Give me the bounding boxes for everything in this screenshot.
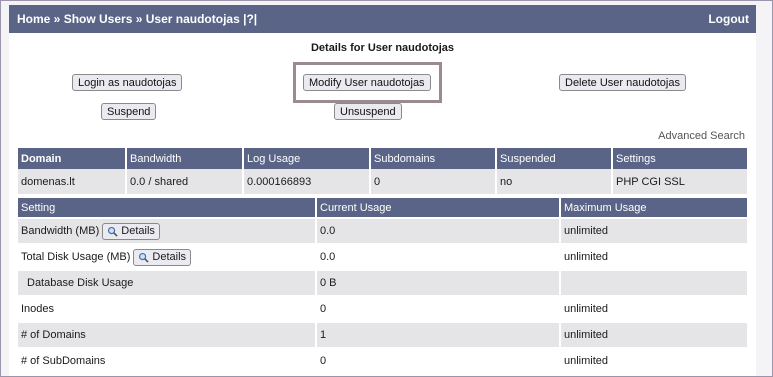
setting-cell: Total Disk Usage (MB) Details <box>18 245 317 269</box>
setting-label: Total Disk Usage (MB) <box>21 251 131 263</box>
column-header-setting: Setting <box>18 198 317 217</box>
column-header-log-usage[interactable]: Log Usage <box>244 148 371 169</box>
current-usage-cell: 0 B <box>317 271 561 295</box>
page-title: Details for User naudotojas <box>310 42 455 54</box>
table-row: Database Disk Usage 0 B <box>18 271 747 295</box>
current-usage-cell: 0 <box>317 297 561 321</box>
current-usage-cell: 0.0 <box>317 245 561 269</box>
current-usage-cell: 0.0 <box>317 219 561 243</box>
login-as-user-button[interactable]: Login as naudotojas <box>72 74 183 91</box>
breadcrumb-home-link[interactable]: Home <box>17 12 50 26</box>
column-header-domain[interactable]: Domain <box>18 148 127 169</box>
column-header-suspended[interactable]: Suspended <box>497 148 613 169</box>
maximum-usage-cell: unlimited <box>561 297 747 321</box>
maximum-usage-cell: unlimited <box>561 349 747 373</box>
unsuspend-button[interactable]: Unsuspend <box>334 103 402 120</box>
setting-cell: # of Domains <box>18 323 317 347</box>
breadcrumb: Home » Show Users » User naudotojas |?| <box>17 12 257 26</box>
magnifier-icon <box>108 226 118 237</box>
setting-cell: Database Disk Usage <box>18 271 317 295</box>
logout-link[interactable]: Logout <box>708 12 749 26</box>
setting-cell: Bandwidth (MB) Details <box>18 219 317 243</box>
maximum-usage-cell <box>561 271 747 295</box>
breadcrumb-separator: » <box>132 12 146 26</box>
log-usage-cell: 0.000166893 <box>244 169 371 194</box>
table-header-row: Domain Bandwidth Log Usage Subdomains Su… <box>18 148 747 169</box>
table-row: Inodes 0 unlimited <box>18 297 747 321</box>
maximum-usage-cell: unlimited <box>561 219 747 243</box>
top-nav-bar: Home » Show Users » User naudotojas |?| … <box>9 5 756 33</box>
setting-cell: # of SubDomains <box>18 349 317 373</box>
column-header-current-usage: Current Usage <box>317 198 561 217</box>
suspend-button[interactable]: Suspend <box>101 103 157 120</box>
modify-user-button[interactable]: Modify User naudotojas <box>303 74 431 91</box>
column-header-maximum-usage: Maximum Usage <box>561 198 747 217</box>
domain-cell[interactable]: domenas.lt <box>18 169 127 194</box>
column-header-bandwidth[interactable]: Bandwidth <box>127 148 244 169</box>
table-row: Total Disk Usage (MB) Details 0.0 unlimi… <box>18 245 747 269</box>
delete-user-button[interactable]: Delete User naudotojas <box>559 74 686 91</box>
disk-usage-details-button[interactable]: Details <box>133 248 192 266</box>
magnifier-icon <box>139 252 150 263</box>
table-row: # of SubDomains 0 unlimited <box>18 349 747 373</box>
table-row: # of Domains 1 unlimited <box>18 323 747 347</box>
details-button-label: Details <box>121 225 155 237</box>
settings-cell: PHP CGI SSL <box>613 169 747 194</box>
bandwidth-cell: 0.0 / shared <box>127 169 244 194</box>
maximum-usage-cell: unlimited <box>561 245 747 269</box>
column-header-subdomains[interactable]: Subdomains <box>371 148 497 169</box>
breadcrumb-current-user: User naudotojas <box>145 12 240 26</box>
advanced-search-link[interactable]: Advanced Search <box>658 130 745 142</box>
table-header-row: Setting Current Usage Maximum Usage <box>18 198 747 217</box>
column-header-settings[interactable]: Settings <box>613 148 747 169</box>
bandwidth-details-button[interactable]: Details <box>102 222 160 240</box>
breadcrumb-show-users-link[interactable]: Show Users <box>64 12 133 26</box>
table-row: domenas.lt 0.0 / shared 0.000166893 0 no… <box>18 169 747 194</box>
subdomains-cell: 0 <box>371 169 497 194</box>
window-frame: Home » Show Users » User naudotojas |?| … <box>0 0 773 377</box>
maximum-usage-cell: unlimited <box>561 323 747 347</box>
current-usage-cell: 0 <box>317 349 561 373</box>
setting-cell: Inodes <box>18 297 317 321</box>
table-row: Bandwidth (MB) Details 0.0 unlimited <box>18 219 747 243</box>
suspended-cell: no <box>497 169 613 194</box>
main-content: Details for User naudotojas Login as nau… <box>9 33 756 376</box>
setting-label: Bandwidth (MB) <box>21 225 100 237</box>
details-button-label: Details <box>152 251 187 263</box>
current-usage-cell: 1 <box>317 323 561 347</box>
help-link[interactable]: |?| <box>240 12 257 26</box>
breadcrumb-separator: » <box>50 12 64 26</box>
